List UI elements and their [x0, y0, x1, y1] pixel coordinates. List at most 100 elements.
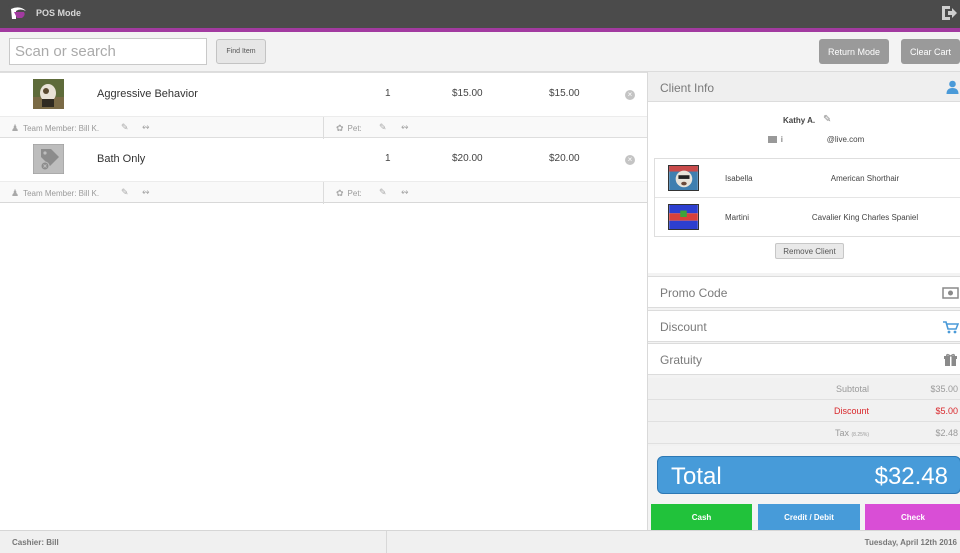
tag-placeholder-icon — [33, 144, 64, 174]
remove-item-icon[interactable]: × — [625, 90, 635, 100]
divider — [323, 117, 324, 139]
link-icon[interactable]: ↭ — [401, 187, 409, 198]
cat-photo-thumbnail — [668, 165, 699, 191]
total-display: Total $32.48 — [657, 456, 960, 494]
divider — [386, 531, 387, 553]
paw-icon: ✿ — [336, 188, 344, 198]
item-details-row: ♟ Team Member: Bill K. ✎ ↭ ✿ Pet: ✎ ↭ — [0, 116, 647, 139]
item-name: Bath Only — [97, 153, 146, 165]
app-logo-icon — [8, 5, 28, 22]
item-price[interactable]: $15.00 — [452, 88, 483, 99]
cart-icon — [943, 321, 959, 334]
item-details-row: ♟ Team Member: Bill K. ✎ ↭ ✿ Pet: ✎ ↭ — [0, 181, 647, 204]
return-mode-button[interactable]: Return Mode — [819, 39, 889, 64]
team-member-label: Team Member: Bill K. — [23, 124, 100, 133]
credit-debit-button[interactable]: Credit / Debit — [758, 504, 860, 530]
cart-list: Aggressive Behavior 1 $15.00 $15.00 × ♟ … — [0, 72, 647, 530]
subtotal-value: $35.00 — [930, 384, 958, 394]
remove-item-icon[interactable]: × — [625, 155, 635, 165]
discount-value: $5.00 — [935, 406, 958, 416]
pet-name: Isabella — [725, 174, 753, 183]
cash-button[interactable]: Cash — [651, 504, 752, 530]
dog-photo-thumbnail — [33, 79, 64, 109]
tax-value: $2.48 — [935, 428, 958, 438]
email-prefix: i — [781, 135, 783, 144]
client-email: i @live.com — [768, 135, 864, 144]
logout-icon[interactable] — [940, 4, 958, 22]
item-quantity[interactable]: 1 — [385, 153, 391, 164]
discount-label: Discount — [660, 320, 707, 334]
team-member-field[interactable]: ♟ Team Member: Bill K. — [11, 188, 99, 199]
discount-row: Discount $5.00 — [648, 400, 960, 422]
pet-label: Pet: — [347, 189, 362, 198]
edit-icon[interactable]: ✎ — [121, 122, 129, 133]
pet-field[interactable]: ✿ Pet: — [336, 188, 362, 199]
promo-code-label: Promo Code — [660, 286, 728, 300]
tax-rate: (8.25%) — [851, 432, 869, 438]
money-icon — [942, 287, 959, 299]
search-input[interactable] — [9, 38, 207, 65]
edit-client-icon[interactable]: ✎ — [823, 114, 831, 125]
app-title: POS Mode — [36, 8, 82, 18]
pet-name: Martini — [725, 213, 750, 222]
user-icon: ♟ — [11, 123, 20, 133]
client-info-title: Client Info — [660, 81, 715, 95]
pet-breed: American Shorthair — [830, 174, 900, 183]
paw-icon: ✿ — [336, 123, 344, 133]
order-summary: Subtotal $35.00 Discount $5.00 Tax (8.25… — [648, 378, 960, 446]
discount-summary-label: Discount — [833, 406, 869, 416]
pet-row[interactable]: Martini Cavalier King Charles Spaniel — [655, 198, 960, 237]
gratuity-label: Gratuity — [660, 353, 703, 367]
user-icon[interactable] — [946, 80, 959, 94]
item-total: $20.00 — [549, 153, 580, 164]
tax-row: Tax (8.25%) $2.48 — [648, 422, 960, 444]
edit-icon[interactable]: ✎ — [379, 187, 387, 198]
pet-field[interactable]: ✿ Pet: — [336, 123, 362, 134]
pet-breed: Cavalier King Charles Spaniel — [811, 213, 919, 222]
total-value: $32.48 — [874, 463, 948, 490]
gift-icon — [944, 353, 957, 366]
team-member-field[interactable]: ♟ Team Member: Bill K. — [11, 123, 99, 134]
client-info-body: Kathy A. ✎ i @live.com Isabella American… — [648, 102, 960, 273]
tax-label: Tax (8.25%) — [835, 428, 869, 438]
link-icon[interactable]: ↭ — [142, 187, 150, 198]
cart-item-row[interactable]: Bath Only 1 $20.00 $20.00 × — [0, 137, 647, 181]
status-bar: Cashier: Bill Tuesday, April 12th 2016 — [0, 530, 960, 553]
item-price[interactable]: $20.00 — [452, 153, 483, 164]
mail-icon — [768, 136, 777, 143]
cart-item: Bath Only 1 $20.00 $20.00 × ♟ Team Membe… — [0, 137, 647, 204]
divider — [323, 182, 324, 204]
subtotal-row: Subtotal $35.00 — [648, 378, 960, 400]
pet-label: Pet: — [347, 124, 362, 133]
client-name: Kathy A. — [783, 116, 816, 125]
client-pets-list: Isabella American Shorthair Martini Cava… — [654, 158, 960, 237]
team-member-label: Team Member: Bill K. — [23, 189, 100, 198]
dog-photo-thumbnail — [668, 204, 699, 230]
item-name: Aggressive Behavior — [97, 88, 198, 100]
cart-item: Aggressive Behavior 1 $15.00 $15.00 × ♟ … — [0, 72, 647, 139]
subtotal-label: Subtotal — [835, 384, 869, 394]
total-label: Total — [671, 463, 722, 490]
clear-cart-button[interactable]: Clear Cart — [901, 39, 960, 64]
gratuity-section[interactable]: Gratuity — [648, 343, 960, 375]
link-icon[interactable]: ↭ — [401, 122, 409, 133]
link-icon[interactable]: ↭ — [142, 122, 150, 133]
item-quantity[interactable]: 1 — [385, 88, 391, 99]
check-button[interactable]: Check — [865, 504, 960, 530]
current-date: Tuesday, April 12th 2016 — [864, 538, 957, 547]
email-domain: @live.com — [826, 135, 865, 144]
discount-section[interactable]: Discount — [648, 310, 960, 342]
tax-label-text: Tax — [834, 428, 849, 438]
user-icon: ♟ — [11, 188, 20, 198]
edit-icon[interactable]: ✎ — [379, 122, 387, 133]
remove-client-button[interactable]: Remove Client — [775, 243, 844, 259]
find-item-button[interactable]: Find Item — [216, 39, 266, 64]
pet-row[interactable]: Isabella American Shorthair — [655, 159, 960, 198]
client-info-header[interactable]: Client Info — [648, 72, 960, 102]
item-total: $15.00 — [549, 88, 580, 99]
promo-code-section[interactable]: Promo Code — [648, 276, 960, 308]
toolbar: Find Item Return Mode Clear Cart — [0, 32, 960, 72]
checkout-panel: Client Info Kathy A. ✎ i @live.com Isabe… — [647, 72, 960, 530]
edit-icon[interactable]: ✎ — [121, 187, 129, 198]
cart-item-row[interactable]: Aggressive Behavior 1 $15.00 $15.00 × — [0, 72, 647, 116]
